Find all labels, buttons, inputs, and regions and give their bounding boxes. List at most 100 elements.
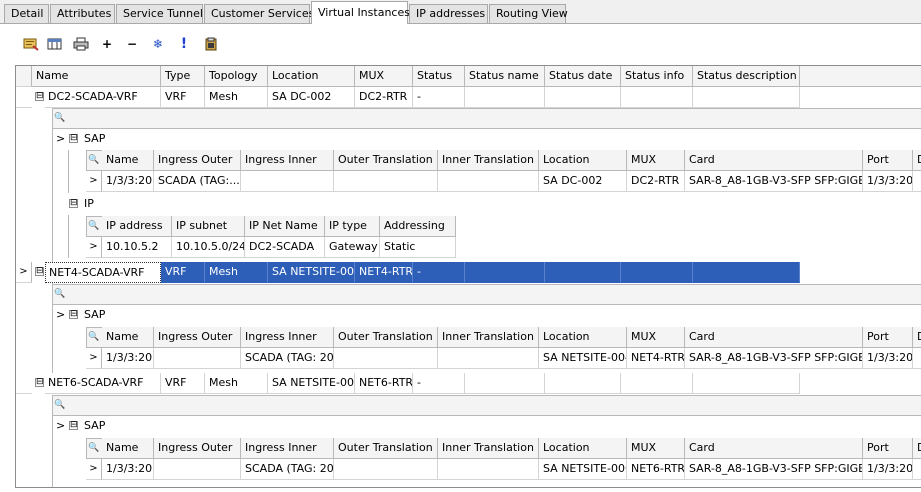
ip-col-addressing[interactable]: Addressing [380,216,456,237]
ip-col-address[interactable]: IP address [102,216,172,237]
clipboard-icon[interactable] [202,36,220,52]
collapse-icon[interactable]: ⊟ [35,92,44,101]
columns-icon[interactable] [46,36,64,52]
collapse-icon[interactable]: ⊟ [35,378,44,387]
row-header-corner [16,66,32,87]
ip-subnet: 10.10.5.0/24 [172,237,245,258]
sap-col-card[interactable]: Card [685,327,863,348]
sap-col-port[interactable]: Port [863,150,913,171]
sap-col-name[interactable]: Name [102,150,154,171]
table-row[interactable]: > 10.10.5.2 10.10.5.0/24 DC2-SCADA Gatew… [86,237,456,258]
col-topology[interactable]: Topology [205,66,268,87]
search-icon[interactable]: 🔍 [53,288,67,302]
sap-col-ingress-outer[interactable]: Ingress Outer [154,327,241,348]
sap-col-ingress-inner[interactable]: Ingress Inner [241,438,334,459]
ip-col-subnet[interactable]: IP subnet [172,216,245,237]
search-icon[interactable]: 🔍 [53,399,67,413]
sap-col-location[interactable]: Location [539,150,627,171]
row-header [16,87,32,108]
collapse-icon[interactable]: ⊟ [69,310,78,319]
sap-col-d[interactable]: D [913,327,921,348]
sap-col-mux[interactable]: MUX [627,150,685,171]
col-location[interactable]: Location [268,66,355,87]
refresh-icon[interactable]: ❄ [149,36,167,52]
sap-inner-translation [438,348,539,369]
virtual-instances-grid: Name Type Topology Location MUX Status S… [15,65,921,488]
table-row[interactable]: ⊟ DC2-SCADA-VRF VRF Mesh SA DC-002 DC2-R… [16,87,921,108]
sap-outer-translation [334,171,438,192]
sap-col-d[interactable]: D [913,438,921,459]
table-row-selected[interactable]: > ⊟ NET4-SCADA-VRF VRF Mesh SA NETSITE-0… [16,262,921,283]
collapse-icon[interactable]: ⊟ [69,134,78,143]
sap-col-port[interactable]: Port [863,438,913,459]
toolbar: + − ❄ ! [0,25,921,65]
sap-inner-translation [438,171,539,192]
collapse-icon[interactable]: ⊟ [35,267,44,276]
sap-col-d[interactable]: D [913,150,921,171]
collapse-all-icon[interactable]: − [123,36,141,52]
tab-routing-view[interactable]: Routing View [489,4,568,23]
sap-col-location[interactable]: Location [539,438,627,459]
instance-name: NET4-SCADA-VRF [45,262,161,283]
ip-header: IP address IP subnet IP Net Name IP type… [86,216,456,237]
col-name[interactable]: Name [32,66,161,87]
alert-icon[interactable]: ! [175,36,193,52]
tab-customer-services[interactable]: Customer Services [204,4,314,23]
tab-ip-addresses[interactable]: IP addresses [409,4,488,23]
tab-detail[interactable]: Detail [4,4,49,23]
sap-col-port[interactable]: Port [863,327,913,348]
ip-col-type[interactable]: IP type [325,216,380,237]
sap-col-ingress-outer[interactable]: Ingress Outer [154,438,241,459]
filter-icon[interactable] [22,36,40,52]
col-status-name[interactable]: Status name [465,66,545,87]
sap-col-ingress-inner[interactable]: Ingress Inner [241,150,334,171]
sap-port: 1/3/3:20 [863,459,913,480]
grid-header-row: Name Type Topology Location MUX Status S… [16,66,921,87]
tab-attributes[interactable]: Attributes [50,4,115,23]
sap-col-ingress-inner[interactable]: Ingress Inner [241,327,334,348]
table-row[interactable]: > 1/3/3:20 SCADA (TAG: 20) SA NETSITE-00… [86,459,921,480]
sap-col-card[interactable]: Card [685,438,863,459]
sap-col-location[interactable]: Location [539,327,627,348]
col-type[interactable]: Type [161,66,205,87]
collapse-icon[interactable]: ⊟ [69,421,78,430]
col-status-info[interactable]: Status info [621,66,693,87]
col-mux[interactable]: MUX [355,66,413,87]
sap-col-mux[interactable]: MUX [627,327,685,348]
instance-mux: DC2-RTR [355,87,413,108]
tab-service-tunnel[interactable]: Service Tunnel [116,4,203,23]
sap-col-card[interactable]: Card [685,150,863,171]
col-status-description[interactable]: Status description [693,66,800,87]
sap-col-name[interactable]: Name [102,438,154,459]
sap-col-inner-translation[interactable]: Inner Translation [438,438,539,459]
print-icon[interactable] [72,36,90,52]
col-status[interactable]: Status [413,66,465,87]
ip-col-net-name[interactable]: IP Net Name [245,216,325,237]
table-row[interactable]: ⊟ NET6-SCADA-VRF VRF Mesh SA NETSITE-006… [16,373,921,394]
table-row[interactable]: > 1/3/3:20 SCADA (TAG:... SA DC-002 DC2-… [86,171,921,192]
sap-col-ingress-outer[interactable]: Ingress Outer [154,150,241,171]
instance-status-description [693,87,800,108]
sap-col-inner-translation[interactable]: Inner Translation [438,150,539,171]
search-icon[interactable]: 🔍 [53,112,67,126]
instance-status-date [545,262,621,283]
sap-inner-translation [438,459,539,480]
instance-topology: Mesh [205,87,268,108]
table-row[interactable]: > 1/3/3:20 SCADA (TAG: 20) SA NETSITE-00… [86,348,921,369]
tab-virtual-instances[interactable]: Virtual Instances [311,1,410,24]
sap-ingress-inner [241,171,334,192]
expand-all-icon[interactable]: + [98,36,116,52]
row-arrow-icon: > [86,348,102,369]
sap-col-outer-translation[interactable]: Outer Translation [334,438,438,459]
instance-status-info [621,262,693,283]
tab-bar: Detail Attributes Service Tunnel Custome… [0,0,921,24]
col-status-date[interactable]: Status date [545,66,621,87]
instance-topology: Mesh [205,373,268,394]
sap-col-name[interactable]: Name [102,327,154,348]
sap-col-mux[interactable]: MUX [627,438,685,459]
sap-col-outer-translation[interactable]: Outer Translation [334,150,438,171]
sap-col-outer-translation[interactable]: Outer Translation [334,327,438,348]
collapse-icon[interactable]: ⊟ [69,199,78,208]
row-arrow-icon: > [56,132,66,145]
sap-col-inner-translation[interactable]: Inner Translation [438,327,539,348]
